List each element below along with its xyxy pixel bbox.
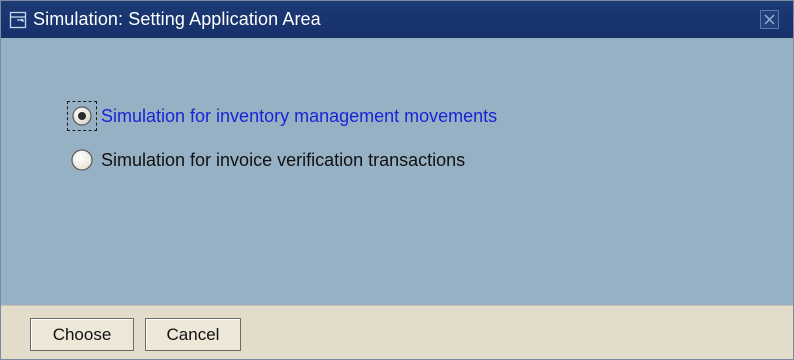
options-panel: Simulation for inventory management move…: [1, 38, 793, 305]
cancel-button[interactable]: Cancel: [145, 318, 241, 351]
simulation-dialog: Simulation: Setting Application Area Sim…: [0, 0, 794, 360]
radio-selected-icon[interactable]: [71, 105, 93, 127]
radio-invoice-verification[interactable]: Simulation for invoice verification tran…: [67, 145, 465, 175]
radio-focus-frame: [67, 101, 97, 131]
radio-label-invoice: Simulation for invoice verification tran…: [101, 149, 466, 170]
choose-button[interactable]: Choose: [30, 318, 134, 351]
dialog-title: Simulation: Setting Application Area: [33, 9, 321, 29]
radio-label-inventory: Simulation for inventory management move…: [101, 105, 498, 126]
radio-inventory-management[interactable]: Simulation for inventory management move…: [67, 101, 497, 131]
title-bar: Simulation: Setting Application Area: [1, 1, 793, 38]
close-button[interactable]: [760, 10, 779, 29]
button-bar: Choose Cancel: [1, 305, 793, 359]
radio-frame: [67, 145, 97, 175]
dialog-icon: [7, 9, 29, 31]
radio-unselected-icon[interactable]: [70, 148, 94, 172]
close-icon: [764, 14, 775, 25]
